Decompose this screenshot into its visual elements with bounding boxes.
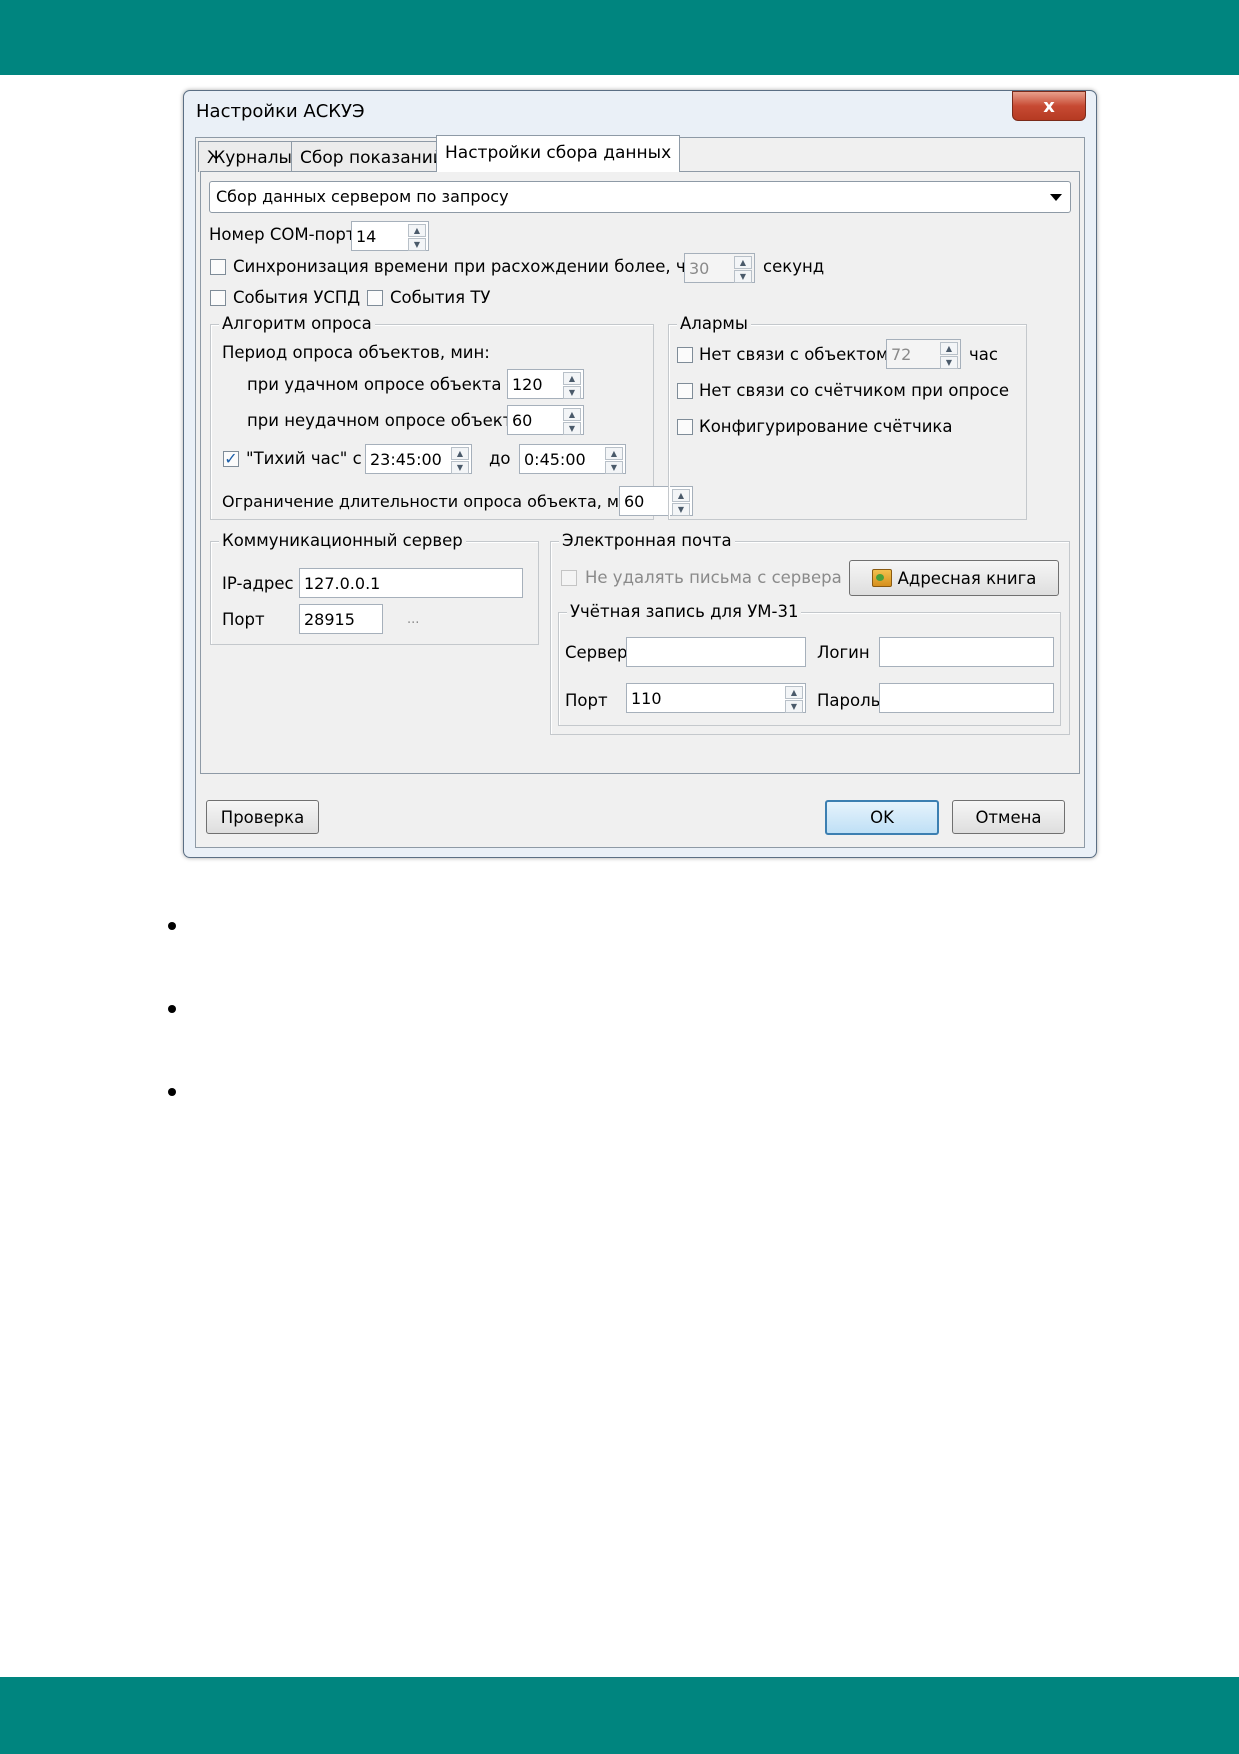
mail-server-label: Сервер: [565, 643, 628, 662]
check-button[interactable]: Проверка: [206, 800, 319, 834]
email-group: Электронная почта Не удалять письма с се…: [550, 531, 1070, 735]
ip-address-input[interactable]: 127.0.0.1: [299, 568, 523, 598]
footer-bar: [0, 1677, 1239, 1754]
spin-buttons[interactable]: ▲ ▼: [605, 447, 623, 474]
meter-config-label: Конфигурирование счётчика: [699, 417, 953, 436]
spin-buttons[interactable]: ▲ ▼: [563, 372, 581, 399]
server-port-input[interactable]: 28915: [299, 604, 383, 634]
close-icon: x: [1043, 95, 1055, 117]
tab-panel: Сбор данных сервером по запросу Номер CO…: [200, 171, 1080, 774]
server-port-label: Порт: [222, 610, 265, 629]
comm-server-title: Коммуникационный сервер: [219, 531, 466, 550]
no-link-object-checkbox[interactable]: [677, 347, 693, 363]
dialog-client: Журналы Сбор показаний Настройки сбора д…: [195, 135, 1085, 848]
spin-buttons[interactable]: ▲ ▼: [408, 224, 426, 251]
address-book-button[interactable]: Адресная книга: [849, 560, 1059, 596]
no-link-hours-stepper[interactable]: 72 ▲ ▼: [886, 339, 961, 369]
email-title: Электронная почта: [559, 531, 735, 550]
no-meter-link-label: Нет связи со счётчиком при опросе: [699, 381, 1010, 400]
close-button[interactable]: x: [1012, 91, 1086, 121]
window-title: Настройки АСКУЭ: [196, 101, 365, 122]
header-bar: [0, 0, 1239, 75]
fail-poll-stepper[interactable]: 60 ▲ ▼: [507, 405, 584, 435]
com-port-label: Номер COM-порта: [209, 225, 366, 244]
alarms-title: Алармы: [677, 314, 751, 333]
no-meter-link-checkbox[interactable]: [677, 383, 693, 399]
tab-readings[interactable]: Сбор показаний: [291, 141, 453, 172]
collection-mode-select[interactable]: Сбор данных сервером по запросу: [209, 181, 1071, 213]
fail-poll-label: при неудачном опросе объекта: [247, 411, 523, 430]
time-sync-label: Синхронизация времени при расхождении бо…: [233, 257, 735, 276]
keep-mail-label: Не удалять письма с сервера: [585, 568, 842, 587]
spin-buttons[interactable]: ▲ ▼: [451, 447, 469, 474]
poll-limit-label: Ограничение длительности опроса объекта,…: [222, 492, 640, 511]
uspd-events-label: События УСПД: [233, 288, 361, 307]
mail-port-stepper[interactable]: 110 ▲ ▼: [626, 683, 806, 713]
keep-mail-checkbox[interactable]: [561, 570, 577, 586]
com-port-stepper[interactable]: 14 ▲ ▼: [351, 221, 429, 251]
mail-login-input[interactable]: [879, 637, 1054, 667]
alarms-group: Алармы Нет связи с объектом 72 ▲ ▼ час Не…: [668, 314, 1027, 520]
settings-dialog: Настройки АСКУЭ x Журналы Сбор показаний…: [183, 90, 1097, 858]
chevron-down-icon: [1050, 194, 1062, 201]
port-browse-ellipsis[interactable]: ...: [407, 612, 419, 627]
bullet-point: [168, 1005, 176, 1013]
spin-buttons[interactable]: ▲ ▼: [734, 256, 752, 283]
email-account-title: Учётная запись для УМ-31: [567, 602, 802, 621]
ip-address-label: IP-адрес: [222, 574, 294, 593]
bullet-point: [168, 922, 176, 930]
mail-port-label: Порт: [565, 691, 608, 710]
email-account-group: Учётная запись для УМ-31 Сервер Логин По…: [558, 602, 1061, 726]
quiet-hour-label: "Тихий час" с: [246, 449, 362, 468]
quiet-hour-checkbox[interactable]: ✓: [223, 451, 239, 467]
tab-data-collection-settings[interactable]: Настройки сбора данных: [436, 135, 681, 172]
time-sync-checkbox[interactable]: [210, 259, 226, 275]
tab-journals[interactable]: Журналы: [198, 141, 301, 172]
time-sync-seconds-stepper[interactable]: 30 ▲ ▼: [684, 253, 755, 283]
comm-server-group: Коммуникационный сервер IP-адрес 127.0.0…: [210, 531, 539, 645]
mail-login-label: Логин: [817, 643, 870, 662]
spin-buttons[interactable]: ▲ ▼: [785, 686, 803, 713]
tu-events-label: События ТУ: [390, 288, 491, 307]
spin-buttons[interactable]: ▲ ▼: [563, 408, 581, 435]
time-sync-unit: секунд: [763, 257, 825, 276]
tu-events-checkbox[interactable]: [367, 290, 383, 306]
polling-algorithm-title: Алгоритм опроса: [219, 314, 375, 333]
ok-button[interactable]: OK: [825, 800, 939, 835]
address-book-icon: [871, 569, 892, 587]
no-link-object-label: Нет связи с объектом: [699, 345, 889, 364]
mail-server-input[interactable]: [626, 637, 806, 667]
no-link-hours-unit: час: [969, 345, 998, 364]
quiet-hour-to-label: до: [489, 449, 511, 468]
success-poll-stepper[interactable]: 120 ▲ ▼: [507, 369, 584, 399]
quiet-hour-from-input[interactable]: 23:45:00 ▲ ▼: [365, 444, 472, 474]
poll-period-label: Период опроса объектов, мин:: [222, 343, 490, 362]
uspd-events-checkbox[interactable]: [210, 290, 226, 306]
success-poll-label: при удачном опросе объекта: [247, 375, 502, 394]
mail-password-input[interactable]: [879, 683, 1054, 713]
cancel-button[interactable]: Отмена: [952, 800, 1065, 834]
quiet-hour-to-input[interactable]: 0:45:00 ▲ ▼: [519, 444, 626, 474]
bullet-point: [168, 1088, 176, 1096]
polling-algorithm-group: Алгоритм опроса Период опроса объектов, …: [210, 314, 693, 520]
spin-buttons[interactable]: ▲ ▼: [940, 342, 958, 369]
meter-config-checkbox[interactable]: [677, 419, 693, 435]
mail-password-label: Пароль: [817, 691, 881, 710]
